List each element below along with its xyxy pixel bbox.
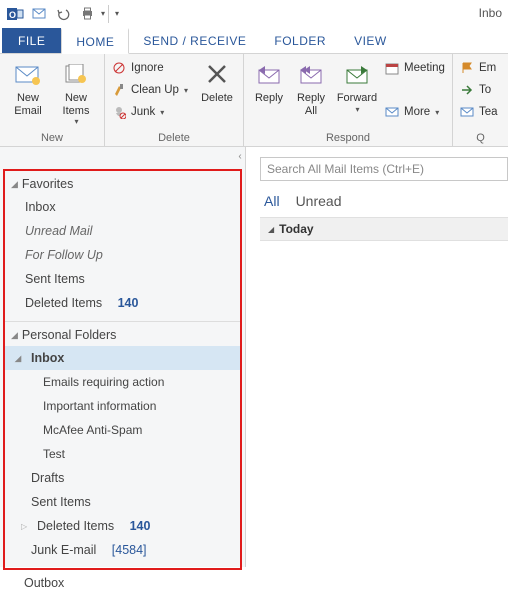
folder-important-info[interactable]: Important information — [5, 394, 240, 418]
group-quicksteps: Em To Tea Q — [453, 54, 508, 146]
ribbon-tabs: FILE HOME SEND / RECEIVE FOLDER VIEW — [0, 28, 508, 54]
new-email-icon — [13, 61, 43, 89]
more-button[interactable]: More ▾ — [382, 101, 448, 123]
collapse-nav-icon[interactable]: ‹ — [234, 151, 246, 165]
tab-home[interactable]: HOME — [61, 28, 129, 54]
new-items-button[interactable]: New Items ▾ — [52, 57, 100, 126]
expand-triangle-icon[interactable]: ◢ — [15, 354, 25, 363]
meeting-button[interactable]: Meeting — [382, 57, 448, 79]
collapse-triangle-icon: ◢ — [268, 225, 274, 234]
group-label-delete: Delete — [109, 132, 239, 146]
new-items-label: New Items — [63, 92, 90, 117]
expand-triangle-icon[interactable]: ▷ — [21, 522, 31, 531]
window-title: Inbo — [479, 6, 502, 20]
group-label-quick: Q — [457, 132, 504, 146]
forward-icon — [342, 61, 372, 89]
folder-sent[interactable]: Sent Items — [5, 490, 240, 514]
print-dropdown-icon[interactable]: ▾ — [101, 9, 105, 18]
new-email-button[interactable]: New Email — [4, 57, 52, 117]
undo-icon[interactable] — [52, 3, 74, 25]
folder-outbox[interactable]: Outbox — [0, 570, 245, 595]
folder-mcafee[interactable]: McAfee Anti-Spam — [5, 418, 240, 442]
outlook-logo-icon: O — [4, 3, 26, 25]
personal-folders-header[interactable]: ◢ Personal Folders — [5, 322, 240, 346]
filter-bar: All Unread — [260, 181, 508, 217]
tab-folder[interactable]: FOLDER — [260, 28, 340, 53]
fav-deleted-items[interactable]: Deleted Items 140 — [5, 291, 240, 315]
folder-test[interactable]: Test — [5, 442, 240, 466]
collapse-triangle-icon: ◢ — [11, 330, 18, 341]
fav-unread-mail[interactable]: Unread Mail — [5, 219, 240, 243]
cleanup-dropdown-icon: ▾ — [184, 86, 188, 95]
cleanup-icon — [111, 82, 127, 98]
new-email-label: New Email — [14, 92, 42, 117]
new-items-icon — [61, 61, 91, 89]
mail-small-icon — [459, 104, 475, 120]
print-icon[interactable] — [76, 3, 98, 25]
group-label-new: New — [4, 132, 100, 146]
flag-icon — [459, 60, 475, 76]
meeting-icon — [384, 60, 400, 76]
filter-unread[interactable]: Unread — [296, 193, 342, 209]
svg-text:O: O — [9, 10, 16, 20]
more-dropdown-icon: ▾ — [435, 108, 439, 117]
ignore-button[interactable]: Ignore — [109, 57, 195, 79]
quick-step-1[interactable]: Em — [457, 57, 504, 79]
search-placeholder: Search All Mail Items (Ctrl+E) — [267, 162, 424, 176]
reply-button[interactable]: Reply — [248, 57, 290, 105]
group-delete: Ignore Clean Up ▾ Junk ▾ Delete — [105, 54, 244, 146]
junk-icon — [111, 104, 127, 120]
message-list-pane: Search All Mail Items (Ctrl+E) All Unrea… — [246, 147, 508, 567]
new-items-dropdown-icon: ▾ — [74, 117, 78, 126]
title-bar: O ▾ ▾ Inbo — [0, 0, 508, 28]
favorites-header[interactable]: ◢ Favorites — [5, 171, 240, 195]
cleanup-button[interactable]: Clean Up ▾ — [109, 79, 195, 101]
delete-icon — [202, 61, 232, 89]
reply-all-button[interactable]: Reply All — [290, 57, 332, 117]
tab-file[interactable]: FILE — [2, 28, 61, 53]
folder-deleted[interactable]: ▷ Deleted Items 140 — [5, 514, 240, 538]
tab-view[interactable]: VIEW — [340, 28, 401, 53]
date-group-today[interactable]: ◢ Today — [260, 217, 508, 241]
qat-customize-icon[interactable]: ▾ — [115, 9, 119, 18]
ribbon: New Email New Items ▾ New Ignore — [0, 54, 508, 147]
fav-sent-items[interactable]: Sent Items — [5, 267, 240, 291]
highlight-box: ◢ Favorites Inbox Unread Mail For Follow… — [3, 169, 242, 570]
folder-junk[interactable]: Junk E-mail [4584] — [5, 538, 240, 562]
delete-button[interactable]: Delete — [195, 57, 239, 105]
fav-follow-up[interactable]: For Follow Up — [5, 243, 240, 267]
group-label-respond: Respond — [248, 132, 448, 146]
group-new: New Email New Items ▾ New — [0, 54, 105, 146]
navigation-pane: ‹ ◢ Favorites Inbox Unread Mail For Foll… — [0, 147, 246, 567]
folder-drafts[interactable]: Drafts — [5, 466, 240, 490]
quick-step-2[interactable]: To — [457, 79, 504, 101]
group-respond: Reply Reply All Forward ▾ Meeting More — [244, 54, 453, 146]
filter-all[interactable]: All — [264, 193, 280, 209]
more-icon — [384, 104, 400, 120]
collapse-triangle-icon: ◢ — [11, 179, 18, 190]
junk-dropdown-icon: ▾ — [160, 108, 164, 117]
fav-inbox[interactable]: Inbox — [5, 195, 240, 219]
forward-dropdown-icon: ▾ — [355, 105, 359, 114]
tab-send-receive[interactable]: SEND / RECEIVE — [129, 28, 260, 53]
reply-icon — [254, 61, 284, 89]
folder-emails-action[interactable]: Emails requiring action — [5, 370, 240, 394]
main-area: ‹ ◢ Favorites Inbox Unread Mail For Foll… — [0, 147, 508, 567]
junk-button[interactable]: Junk ▾ — [109, 101, 195, 123]
forward-button[interactable]: Forward ▾ — [332, 57, 382, 114]
folder-inbox[interactable]: ◢ Inbox — [5, 346, 240, 370]
forward-small-icon — [459, 82, 475, 98]
quick-step-3[interactable]: Tea — [457, 101, 504, 123]
qat-send-receive-icon[interactable] — [28, 3, 50, 25]
search-input[interactable]: Search All Mail Items (Ctrl+E) — [260, 157, 508, 181]
ignore-icon — [111, 60, 127, 76]
reply-all-icon — [296, 61, 326, 89]
